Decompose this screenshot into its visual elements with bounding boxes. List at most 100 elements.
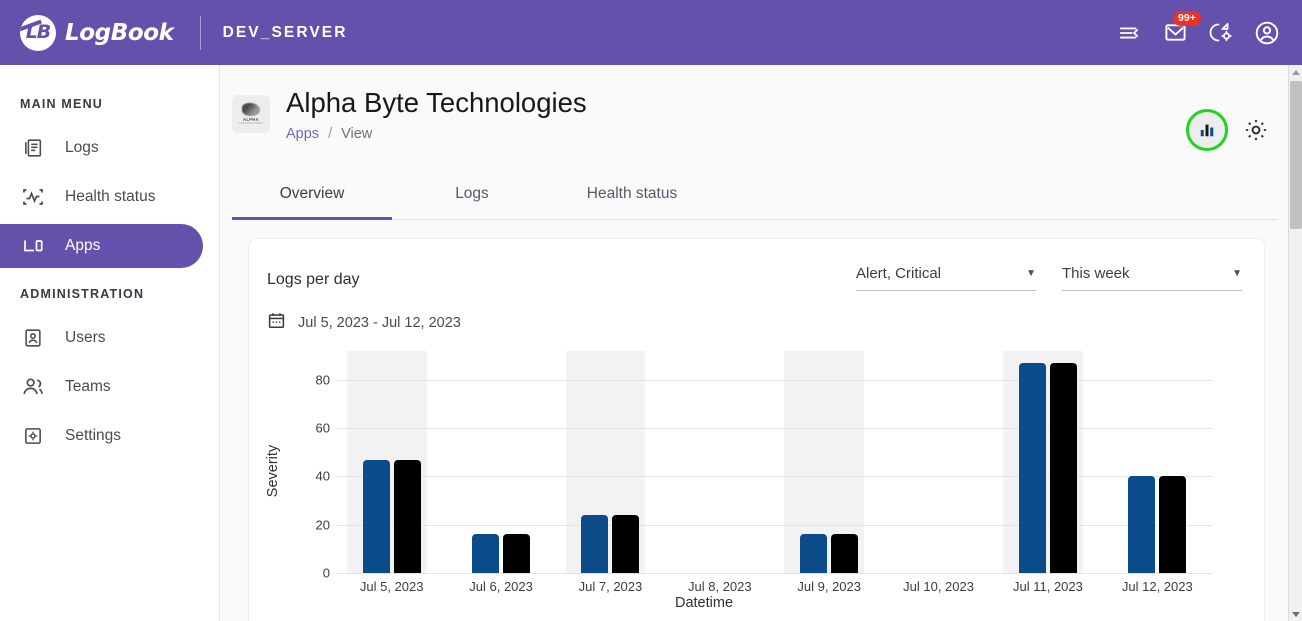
tab-logs[interactable]: Logs — [392, 173, 552, 219]
sidebar-item-logs[interactable]: Logs — [0, 126, 203, 170]
card-header: Logs per day Alert, Critical ▼ This week… — [267, 259, 1242, 291]
chart-x-tick: Jul 10, 2023 — [903, 579, 974, 594]
logo-mark-text: LB — [25, 21, 52, 43]
tab-health-status[interactable]: Health status — [552, 173, 712, 219]
settings-gear-button[interactable] — [1242, 116, 1270, 144]
sidebar-section-main-menu: MAIN MENU — [20, 97, 104, 111]
app-root: LB LogBook DEV_SERVER 99+ MAIN MENU Logs… — [0, 0, 1302, 621]
chart-y-tick: 80 — [315, 372, 330, 388]
chart-y-tick: 60 — [315, 420, 330, 436]
account-circle-icon[interactable] — [1254, 20, 1280, 46]
app-logo-subtext: TECHNOLOGIES — [238, 122, 264, 125]
sidebar-item-apps[interactable]: Apps — [0, 224, 203, 268]
mail-badge: 99+ — [1173, 10, 1201, 26]
period-filter-value: This week — [1062, 265, 1130, 282]
date-range[interactable]: Jul 5, 2023 - Jul 12, 2023 — [267, 311, 1242, 335]
chart-x-tick: Jul 5, 2023 — [359, 579, 424, 594]
chart-y-tick: 40 — [315, 468, 330, 484]
chart-x-tick: Jul 6, 2023 — [469, 579, 533, 594]
chart-gridline — [337, 476, 1212, 478]
apps-icon — [20, 233, 46, 259]
logs-per-day-chart: Severity 0 20 40 60 80 Jul 5, 2023 Jul 6, 2023… — [265, 339, 1227, 621]
collapse-menu-icon[interactable] — [1116, 20, 1142, 46]
health-status-icon — [20, 184, 46, 210]
chart-y-tick: 0 — [322, 565, 330, 581]
chart-bar[interactable] — [1018, 363, 1046, 573]
sidebar-item-users[interactable]: Users — [0, 316, 203, 360]
sync-settings-icon[interactable] — [1208, 20, 1234, 46]
page-scrollbar[interactable] — [1288, 65, 1302, 621]
chevron-down-icon: ▼ — [1232, 268, 1242, 279]
chart-bar[interactable] — [800, 534, 828, 573]
users-icon — [20, 325, 46, 351]
breadcrumb: Apps / View — [286, 126, 587, 142]
chart-y-tick: 20 — [315, 517, 330, 533]
page-header-actions — [1186, 109, 1290, 151]
card-title: Logs per day — [267, 271, 360, 288]
tab-overview[interactable]: Overview — [232, 173, 392, 220]
mail-icon[interactable]: 99+ — [1162, 10, 1201, 46]
chart-gridline — [337, 573, 1212, 574]
chevron-down-icon: ▼ — [1026, 268, 1036, 279]
chart-x-tick: Jul 11, 2023 — [1013, 579, 1083, 594]
chart-bar[interactable] — [1128, 476, 1156, 573]
sidebar-item-health-status[interactable]: Health status — [0, 175, 203, 219]
breadcrumb-apps[interactable]: Apps — [286, 126, 319, 142]
chart-x-tick: Jul 7, 2023 — [578, 579, 643, 594]
chart-bar[interactable] — [362, 459, 390, 573]
page-header: ALPHA TECHNOLOGIES Alpha Byte Technologi… — [220, 65, 1290, 151]
settings-icon — [20, 423, 46, 449]
chart-bar[interactable] — [503, 534, 531, 573]
breadcrumb-separator: / — [328, 125, 333, 142]
chart-x-axis-label: Datetime — [674, 595, 734, 611]
sidebar-item-label: Apps — [65, 237, 101, 254]
chart-bar[interactable] — [1159, 476, 1187, 573]
sidebar: MAIN MENU Logs Health status Apps ADMINI… — [0, 65, 220, 621]
card-filters: Alert, Critical ▼ This week ▼ — [856, 265, 1242, 291]
logs-per-day-card: Logs per day Alert, Critical ▼ This week… — [248, 238, 1265, 621]
app-logo-thumbnail: ALPHA TECHNOLOGIES — [232, 95, 270, 133]
sidebar-item-teams[interactable]: Teams — [0, 365, 203, 409]
chart-gridline — [337, 524, 1212, 526]
sidebar-item-settings[interactable]: Settings — [0, 414, 203, 458]
brand[interactable]: LB LogBook — [0, 14, 174, 51]
chart-x-tick: Jul 9, 2023 — [797, 579, 861, 594]
chart-bar[interactable] — [393, 459, 421, 573]
sidebar-item-label: Health status — [65, 188, 156, 205]
period-filter-select[interactable]: This week ▼ — [1062, 265, 1242, 291]
chart-bar[interactable] — [1049, 363, 1077, 573]
chart-bar[interactable] — [612, 515, 640, 573]
tab-bar: Overview Logs Health status — [232, 173, 1278, 220]
app-logo-mark-icon — [242, 103, 260, 116]
logs-icon — [20, 135, 46, 161]
chart-x-tick: Jul 12, 2023 — [1121, 579, 1193, 594]
brand-divider — [199, 15, 201, 50]
severity-filter-value: Alert, Critical — [856, 265, 942, 282]
brand-name: LogBook — [65, 19, 174, 46]
bar-chart-toggle-button[interactable] — [1186, 109, 1228, 151]
sidebar-item-label: Teams — [65, 378, 111, 395]
sidebar-section-administration: ADMINISTRATION — [20, 287, 145, 301]
main-content: ALPHA TECHNOLOGIES Alpha Byte Technologi… — [220, 65, 1290, 621]
top-bar: LB LogBook DEV_SERVER 99+ — [0, 0, 1302, 65]
severity-filter-select[interactable]: Alert, Critical ▼ — [856, 265, 1036, 291]
chart-gridline — [337, 379, 1212, 381]
teams-icon — [20, 374, 46, 400]
sidebar-item-label: Logs — [65, 139, 99, 156]
bar-chart-icon — [1200, 124, 1214, 137]
chart-bar[interactable] — [581, 515, 609, 573]
chart-gridline — [337, 428, 1212, 430]
logbook-logo-icon: LB — [20, 14, 56, 51]
top-bar-actions: 99+ — [1116, 10, 1302, 46]
scrollbar-down-arrow-icon[interactable] — [1289, 607, 1302, 621]
gear-icon — [1245, 119, 1267, 141]
scrollbar-up-arrow-icon[interactable] — [1289, 65, 1302, 79]
chart-bar[interactable] — [831, 534, 859, 573]
scrollbar-thumb[interactable] — [1290, 81, 1302, 229]
server-name: DEV_SERVER — [222, 23, 348, 41]
chart-x-tick: Jul 8, 2023 — [688, 579, 752, 594]
date-range-text: Jul 5, 2023 - Jul 12, 2023 — [298, 315, 461, 331]
sidebar-item-label: Settings — [65, 427, 122, 444]
chart-bar[interactable] — [472, 534, 500, 573]
breadcrumb-current: View — [341, 125, 373, 142]
